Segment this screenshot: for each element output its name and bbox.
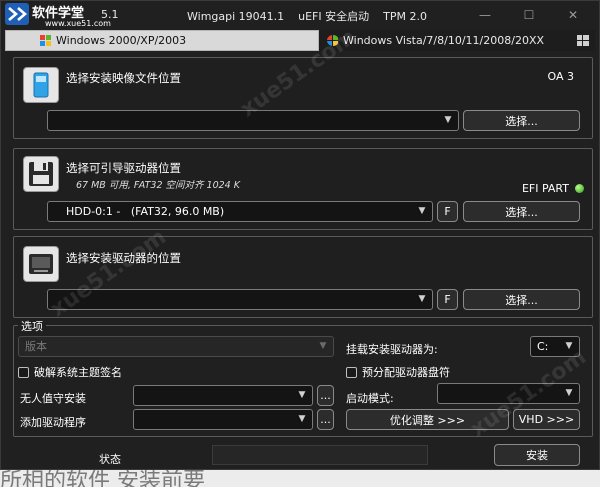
brand-logo-icon — [5, 3, 29, 25]
background-page-text: 所相的软件 安装前要 — [0, 470, 600, 487]
install-drive-panel: 选择安装驱动器的位置 ▼ F 选择... — [13, 236, 593, 318]
install-drive-combo[interactable]: ▼ — [47, 289, 433, 310]
mount-label: 挂载安装驱动器为: — [346, 343, 438, 356]
chevron-down-icon: ▼ — [444, 115, 452, 125]
efi-part-status: EFI PART — [522, 182, 584, 195]
checkbox-box — [18, 366, 29, 378]
windows-logo-icon — [577, 35, 589, 46]
add-driver-browse-button[interactable]: ... — [317, 409, 334, 430]
background-text: 所相的软件 安装前要 — [0, 470, 205, 487]
install-button[interactable]: 安装 — [494, 444, 580, 466]
boot-drive-combo[interactable]: HDD-0:1 - (FAT32, 96.0 MB) ▼ — [47, 201, 433, 222]
windows-orb-icon — [327, 35, 339, 46]
chevron-down-icon: ▼ — [298, 414, 306, 424]
windows-flag-icon — [40, 35, 52, 46]
floppy-disk-icon — [23, 156, 59, 192]
pre-assign-checkbox[interactable]: 预分配驱动器盘符 — [346, 364, 450, 380]
unattended-combo[interactable]: ▼ — [133, 385, 313, 406]
window-controls: — ☐ ✕ — [463, 5, 595, 25]
chevron-down-icon: ▼ — [565, 388, 573, 398]
install-drive-title: 选择安装驱动器的位置 — [66, 251, 181, 265]
boot-drive-info: 67 MB 可用, FAT32 空间对齐 1024 K — [76, 180, 240, 191]
combo-value: C: — [537, 340, 549, 353]
image-file-combo[interactable]: ▼ — [47, 110, 459, 131]
tweaks-button[interactable]: 优化调整 >>> — [346, 409, 509, 430]
chevron-down-icon: ▼ — [565, 341, 573, 351]
mount-drive-combo[interactable]: C: ▼ — [530, 336, 580, 357]
checkbox-label: 预分配驱动器盘符 — [362, 366, 450, 379]
image-file-title: 选择安装映像文件位置 — [66, 71, 181, 85]
crack-theme-checkbox[interactable]: 破解系统主题签名 — [18, 364, 122, 380]
main-window: 软件学堂 www.xue51.com 5.1 Wimgapi 19041.1 u… — [0, 0, 600, 470]
tab-label: Windows 2000/XP/2003 — [56, 34, 187, 47]
select-image-button[interactable]: 选择... — [463, 110, 580, 131]
window-title: Wimgapi 19041.1 uEFI 安全启动 TPM 2.0 — [187, 10, 427, 23]
add-driver-combo[interactable]: ▼ — [133, 409, 313, 430]
checkbox-label: 破解系统主题签名 — [34, 366, 122, 379]
boot-drive-panel: 选择可引导驱动器位置 67 MB 可用, FAT32 空间对齐 1024 K E… — [13, 148, 593, 230]
status-label: 状态 — [99, 453, 121, 466]
options-group: 选项 版本 ▼ 挂载安装驱动器为: C: ▼ 破解系统主题签名 预分配驱动器盘符… — [13, 318, 593, 437]
boot-drive-title: 选择可引导驱动器位置 — [66, 161, 181, 175]
tab-windows-xp[interactable]: Windows 2000/XP/2003 — [5, 30, 319, 51]
edition-combo: 版本 ▼ — [18, 336, 334, 357]
os-tab-bar: Windows 2000/XP/2003 Windows Vista/7/8/1… — [5, 30, 595, 51]
options-legend: 选项 — [18, 318, 46, 334]
select-install-drive-button[interactable]: 选择... — [463, 289, 580, 310]
chevron-down-icon: ▼ — [298, 390, 306, 400]
oa-badge: OA 3 — [547, 70, 575, 83]
image-file-icon — [23, 67, 59, 103]
boot-mode-combo[interactable]: ▼ — [437, 383, 580, 404]
select-boot-drive-button[interactable]: 选择... — [463, 201, 580, 222]
efi-part-label: EFI PART — [521, 182, 569, 195]
install-drive-icon — [23, 246, 59, 282]
status-led-icon — [575, 184, 584, 193]
combo-placeholder: 版本 — [25, 340, 47, 353]
maximize-icon[interactable]: ☐ — [507, 5, 551, 25]
status-bar: 状态 安装 — [1, 441, 599, 469]
add-driver-label: 添加驱动程序 — [20, 416, 86, 429]
minimize-icon[interactable]: — — [463, 5, 507, 25]
vhd-button[interactable]: VHD >>> — [513, 409, 580, 430]
close-icon[interactable]: ✕ — [551, 5, 595, 25]
unattended-browse-button[interactable]: ... — [317, 385, 334, 406]
chevron-down-icon: ▼ — [418, 206, 426, 216]
status-progress — [212, 445, 428, 465]
combo-value: HDD-0:1 - (FAT32, 96.0 MB) — [66, 205, 225, 218]
chevron-down-icon: ▼ — [418, 294, 426, 304]
image-file-panel: 选择安装映像文件位置 OA 3 ▼ 选择... — [13, 57, 593, 139]
tab-label: Windows Vista/7/8/10/11/2008/20XX — [343, 34, 545, 47]
chevron-down-icon: ▼ — [319, 341, 327, 351]
app-version: 5.1 — [101, 8, 119, 21]
boot-format-button[interactable]: F — [437, 201, 458, 222]
install-format-button[interactable]: F — [437, 289, 458, 310]
boot-mode-label: 启动模式: — [346, 392, 394, 405]
unattended-label: 无人值守安装 — [20, 392, 86, 405]
tab-windows-vista-plus[interactable]: Windows Vista/7/8/10/11/2008/20XX — [319, 30, 595, 51]
checkbox-box — [346, 366, 357, 378]
title-bar: 软件学堂 www.xue51.com 5.1 Wimgapi 19041.1 u… — [1, 1, 599, 29]
